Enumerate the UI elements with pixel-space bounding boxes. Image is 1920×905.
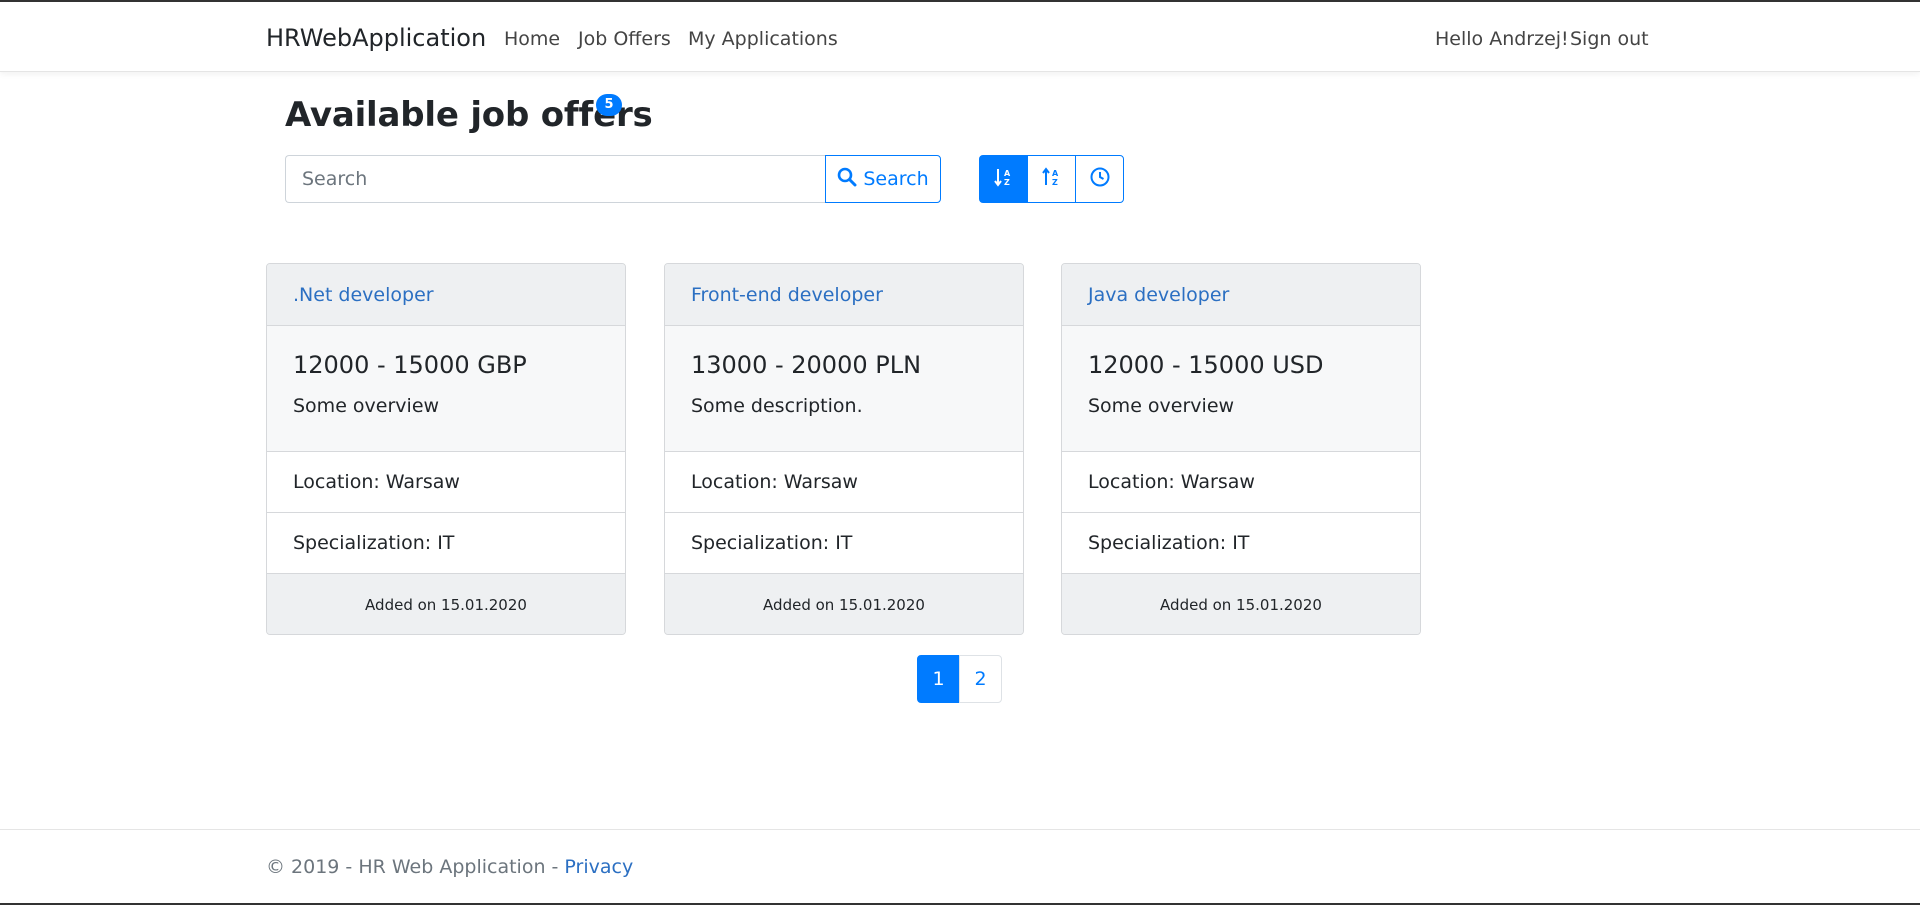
navbar: HRWebApplication Home Job Offers My Appl…	[0, 2, 1920, 72]
card-header: .Net developer	[267, 264, 625, 326]
svg-text:Z: Z	[1004, 178, 1010, 187]
job-specialization: Specialization: IT	[1062, 513, 1420, 574]
search-icon	[837, 167, 857, 192]
nav-my-applications-link[interactable]: My Applications	[688, 27, 838, 51]
job-location: Location: Warsaw	[665, 452, 1023, 513]
sort-button-group: A Z A Z	[979, 155, 1124, 203]
job-offer-card: .Net developer 12000 - 15000 GBP Some ov…	[266, 263, 626, 635]
card-body: 12000 - 15000 USD Some overview	[1062, 326, 1420, 452]
job-overview: Some description.	[691, 395, 863, 417]
page-1-button[interactable]: 1	[917, 655, 960, 703]
sign-out-link[interactable]: Sign out	[1570, 27, 1649, 51]
salary-range: 12000 - 15000 USD	[1088, 351, 1324, 379]
job-title-link[interactable]: Front-end developer	[691, 284, 883, 306]
brand-link[interactable]: HRWebApplication	[266, 23, 486, 53]
svg-text:A: A	[1052, 169, 1059, 178]
job-title-link[interactable]: .Net developer	[293, 284, 434, 306]
job-offer-card: Front-end developer 13000 - 20000 PLN So…	[664, 263, 1024, 635]
nav-home-link[interactable]: Home	[504, 27, 560, 51]
search-button[interactable]: Search	[825, 155, 941, 203]
added-date: Added on 15.01.2020	[267, 574, 625, 634]
job-specialization: Specialization: IT	[665, 513, 1023, 574]
pagination: 1 2	[917, 655, 1002, 703]
user-greeting-link[interactable]: Hello Andrzej!	[1435, 27, 1569, 51]
svg-text:Z: Z	[1052, 178, 1058, 187]
search-button-label: Search	[863, 168, 929, 190]
salary-range: 12000 - 15000 GBP	[293, 351, 527, 379]
svg-text:A: A	[1004, 169, 1011, 178]
clock-icon	[1089, 166, 1111, 192]
salary-range: 13000 - 20000 PLN	[691, 351, 922, 379]
footer-text-container: © 2019 - HR Web Application - Privacy	[266, 856, 633, 878]
job-offer-card: Java developer 12000 - 15000 USD Some ov…	[1061, 263, 1421, 635]
job-location: Location: Warsaw	[1062, 452, 1420, 513]
card-header: Front-end developer	[665, 264, 1023, 326]
job-title-link[interactable]: Java developer	[1088, 284, 1229, 306]
sort-ascending-button[interactable]: A Z	[979, 155, 1028, 203]
job-overview: Some overview	[1088, 395, 1235, 417]
added-date: Added on 15.01.2020	[665, 574, 1023, 634]
search-input[interactable]	[285, 155, 826, 203]
nav-job-offers-link[interactable]: Job Offers	[578, 27, 671, 51]
sort-alpha-down-icon: A Z	[993, 166, 1015, 192]
added-date: Added on 15.01.2020	[1062, 574, 1420, 634]
footer: © 2019 - HR Web Application - Privacy	[0, 829, 1920, 903]
job-location: Location: Warsaw	[267, 452, 625, 513]
job-specialization: Specialization: IT	[267, 513, 625, 574]
page-2-button[interactable]: 2	[959, 655, 1002, 703]
privacy-link[interactable]: Privacy	[564, 856, 633, 878]
card-header: Java developer	[1062, 264, 1420, 326]
sort-by-date-button[interactable]	[1075, 155, 1124, 203]
card-body: 12000 - 15000 GBP Some overview	[267, 326, 625, 452]
copyright-text: © 2019 - HR Web Application -	[266, 856, 565, 878]
sort-alpha-up-icon: A Z	[1041, 166, 1063, 192]
sort-descending-button[interactable]: A Z	[1027, 155, 1076, 203]
offer-count-badge: 5	[596, 94, 622, 116]
job-overview: Some overview	[293, 395, 440, 417]
card-body: 13000 - 20000 PLN Some description.	[665, 326, 1023, 452]
